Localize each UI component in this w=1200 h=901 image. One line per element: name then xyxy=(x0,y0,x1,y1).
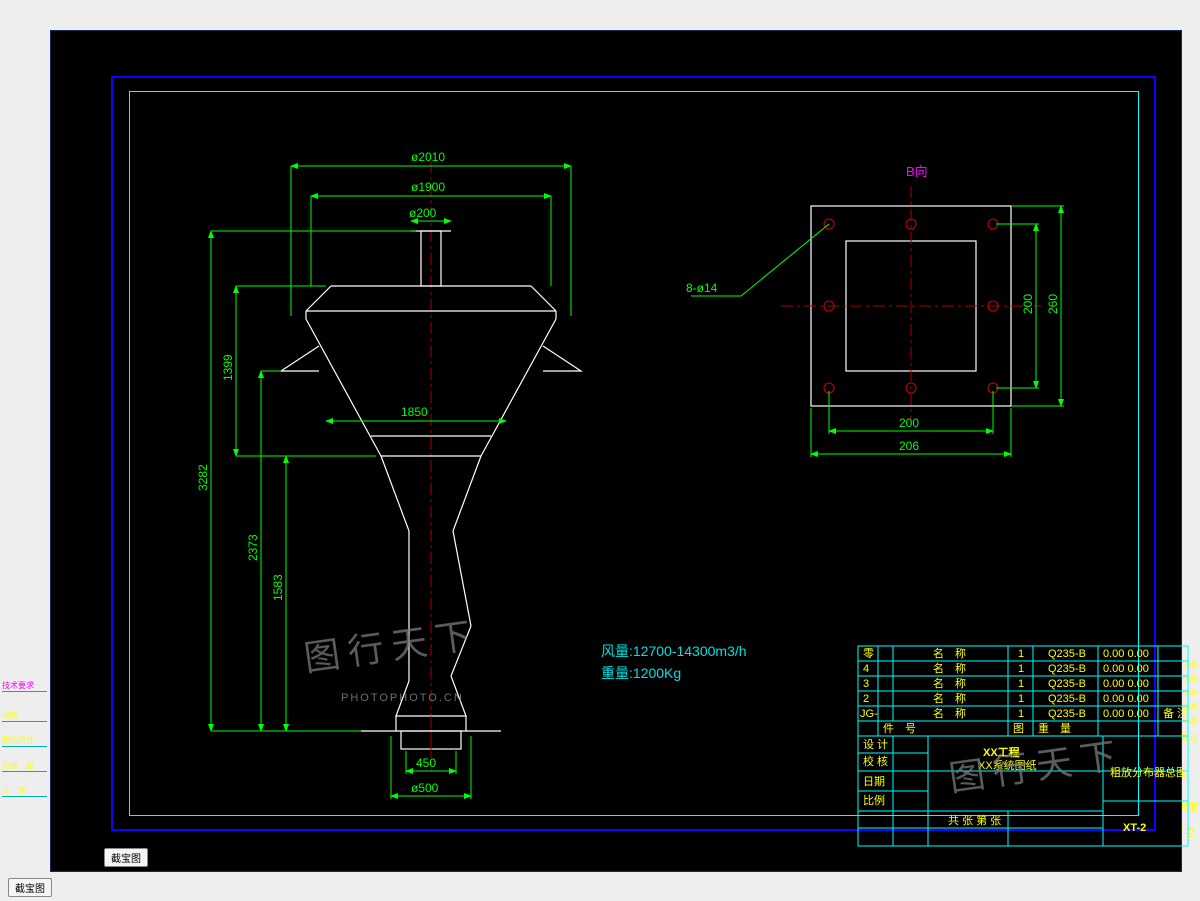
dim-d500: ø500 xyxy=(411,781,439,795)
tb-date: 日期 xyxy=(863,775,885,788)
svg-text:图行天下: 图行天下 xyxy=(946,734,1126,799)
bom-mat-3: Q235-B xyxy=(1048,693,1086,705)
dim-d2010: ø2010 xyxy=(411,150,445,164)
svg-text:重量:1200Kg: 重量:1200Kg xyxy=(601,665,681,681)
tb-dwgno: XT-2 xyxy=(1123,822,1146,834)
tb-scale: 比例 xyxy=(863,793,885,807)
bom-rowid-1: 4 xyxy=(863,663,869,675)
canvas-root: 技术要求 说明 图纸尺寸 处理 图 工 序 0.00 0.00 0.00 0.0… xyxy=(0,0,1200,901)
bom-remark-hdr: 备 注 xyxy=(1163,706,1188,720)
drawing-svg: ø2010 ø1900 ø200 1850 xyxy=(101,61,1200,901)
dim-1850: 1850 xyxy=(401,405,428,419)
dim-d1900: ø1900 xyxy=(411,180,445,194)
bom-footer-2: 重 量 xyxy=(1038,721,1071,735)
bom-dim-2: 0.00 0.00 xyxy=(1103,678,1149,690)
bom-qty-4: 1 xyxy=(1018,708,1024,720)
ghost-left-panel: 技术要求 说明 图纸尺寸 处理 图 工 序 xyxy=(0,680,50,850)
cad-drawing-window[interactable]: ø2010 ø1900 ø200 1850 xyxy=(50,30,1182,872)
dim-2373: 2373 xyxy=(246,534,260,561)
bom-footer-1: 件 号 xyxy=(883,722,916,735)
bom-rowid-2: 3 xyxy=(863,678,869,690)
dim-1583: 1583 xyxy=(271,574,285,601)
bom-mat-0: Q235-B xyxy=(1048,648,1086,660)
note-weight-label: 重量: xyxy=(601,665,633,681)
dim-d200: ø200 xyxy=(409,206,437,220)
sheet-tab[interactable]: 截宝图 xyxy=(104,848,148,867)
detail-view-b: B向 8-ø14 xyxy=(686,164,1064,457)
bom-mat-1: Q235-B xyxy=(1048,663,1086,675)
bom-qty-0: 1 xyxy=(1018,648,1024,660)
title-block: 零 4 3 2 JG- 名 称 名 称 名 称 名 称 名 称 1 1 1 1 … xyxy=(858,646,1188,846)
bom-name-1: 名 称 xyxy=(933,661,966,675)
note-airflow-label: 风量: xyxy=(601,643,633,659)
tb-sheet: 共 张 第 张 xyxy=(948,813,1001,827)
bom-dim-1: 0.00 0.00 xyxy=(1103,663,1149,675)
dim-w200: 200 xyxy=(899,416,919,430)
note-weight-value: 1200Kg xyxy=(633,665,681,681)
bom-name-0: 名 称 xyxy=(933,646,966,660)
dim-450: 450 xyxy=(416,756,436,770)
bom-name-4: 名 称 xyxy=(933,706,966,720)
bom-qty-2: 1 xyxy=(1018,678,1024,690)
notes: 风量:12700-14300m3/h 重量:1200Kg xyxy=(601,643,747,681)
bom-footer-3: 图 xyxy=(1013,722,1024,735)
dim-3282: 3282 xyxy=(196,464,210,491)
view-b-label: B向 xyxy=(906,164,928,179)
dim-1399: 1399 xyxy=(221,354,235,381)
bom-rowid-4: JG- xyxy=(860,708,878,720)
bom-mat-4: Q235-B xyxy=(1048,708,1086,720)
dim-holes: 8-ø14 xyxy=(686,281,718,295)
dim-h200: 200 xyxy=(1021,294,1035,314)
bom-dim-3: 0.00 0.00 xyxy=(1103,693,1149,705)
bom-dim-0: 0.00 0.00 xyxy=(1103,648,1149,660)
bom-rowid-3: 2 xyxy=(863,693,869,705)
bom-qty-1: 1 xyxy=(1018,663,1024,675)
tb-rev: 校 核 xyxy=(863,754,888,768)
dim-h260: 260 xyxy=(1046,294,1060,314)
bom-name-3: 名 称 xyxy=(933,691,966,705)
note-airflow-value: 12700-14300m3/h xyxy=(633,643,747,659)
sheet-tab-outer[interactable]: 截宝图 xyxy=(8,878,52,897)
bom-mat-2: Q235-B xyxy=(1048,678,1086,690)
svg-text:PHOTOPHOTO.CN: PHOTOPHOTO.CN xyxy=(341,692,464,704)
svg-text:图行天下: 图行天下 xyxy=(301,614,481,679)
svg-text:风量:12700-14300m3/h: 风量:12700-14300m3/h xyxy=(601,643,747,659)
bom-qty-3: 1 xyxy=(1018,693,1024,705)
bom-dim-4: 0.00 0.00 xyxy=(1103,708,1149,720)
dim-w206: 206 xyxy=(899,439,919,453)
bom-rowid-0: 零 xyxy=(863,647,874,660)
bom-name-2: 名 称 xyxy=(933,676,966,690)
tb-drawn: 设 计 xyxy=(863,738,888,751)
